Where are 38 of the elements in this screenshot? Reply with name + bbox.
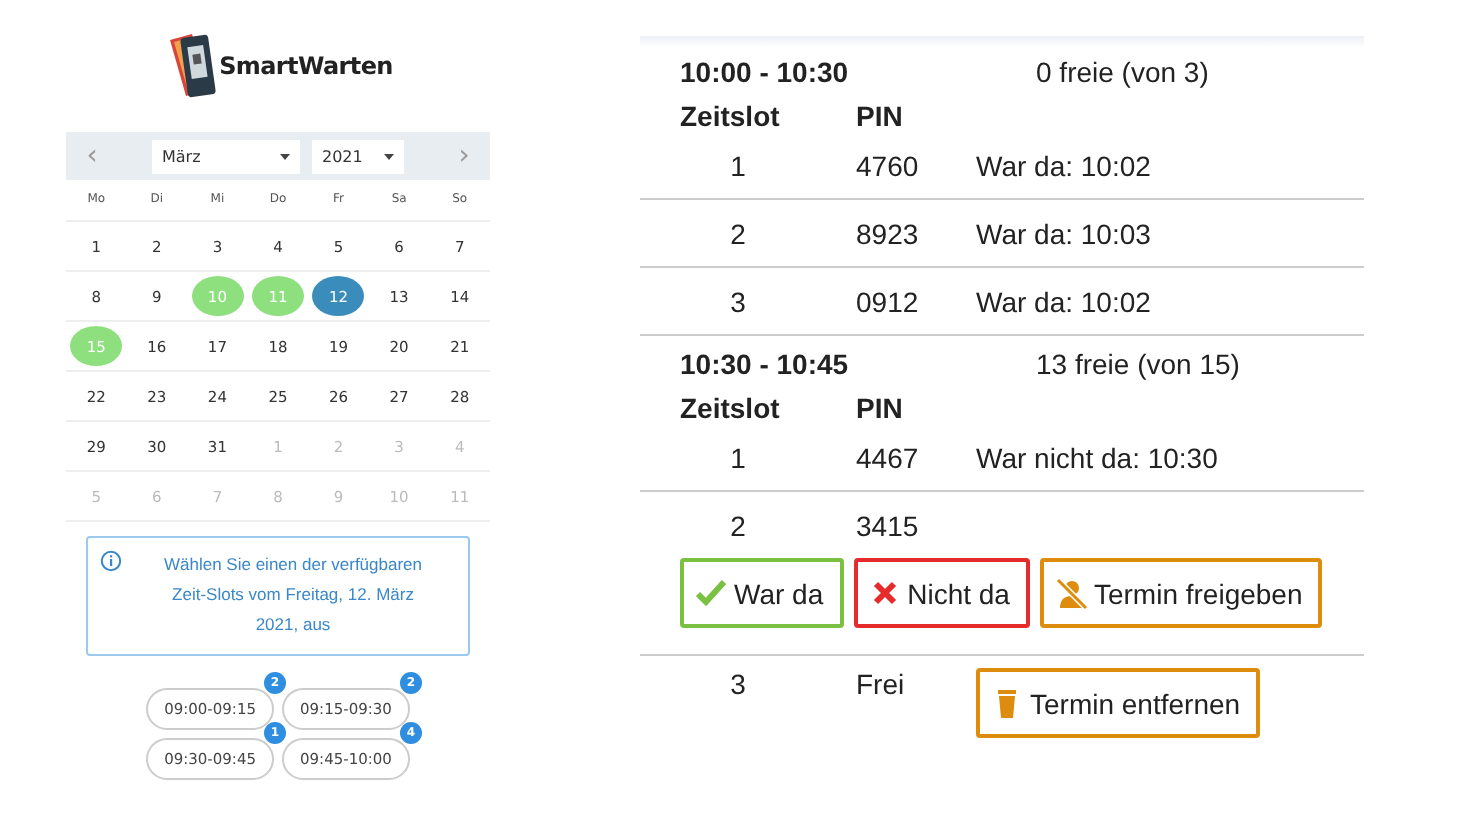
pin-code: 0912 bbox=[856, 285, 921, 317]
column-header: PIN bbox=[856, 392, 905, 424]
logo-text: SmartWarten bbox=[219, 52, 393, 80]
slot-number: 1 bbox=[728, 441, 748, 473]
remove-button[interactable]: Termin entfernen bbox=[976, 668, 1261, 738]
crossed-person-icon bbox=[1055, 577, 1088, 609]
present-button[interactable]: War da bbox=[680, 558, 844, 628]
time-range-heading: 10:30 - 10:45 bbox=[680, 348, 851, 384]
absent-button[interactable]: Nicht da bbox=[853, 558, 1030, 628]
time-range-heading: 10:00 - 10:30 bbox=[680, 56, 851, 92]
pin-code: 4760 bbox=[856, 149, 921, 181]
free-count: 0 freie (von 3) bbox=[1036, 56, 1209, 92]
column-header: Zeitslot bbox=[680, 100, 782, 132]
pin-code: 3415 bbox=[856, 509, 921, 541]
free-count: 13 freie (von 15) bbox=[1036, 348, 1240, 384]
check-icon bbox=[696, 577, 728, 609]
month-dropdown[interactable]: März bbox=[152, 139, 300, 173]
column-header: PIN bbox=[856, 100, 905, 132]
pin-code: Frei bbox=[856, 668, 907, 700]
slot-number: 2 bbox=[728, 217, 748, 249]
caret-icon bbox=[280, 153, 290, 159]
attendance-note: War da: 10:02 bbox=[976, 285, 1151, 317]
pin-code: 8923 bbox=[856, 217, 921, 249]
close-icon bbox=[869, 577, 902, 609]
caret-icon bbox=[384, 153, 394, 159]
release-button[interactable]: Termin freigeben bbox=[1039, 558, 1323, 628]
slot-number: 3 bbox=[728, 285, 748, 317]
year-dropdown[interactable]: 2021 bbox=[312, 139, 404, 173]
slot-number: 2 bbox=[728, 509, 748, 541]
pin-code: 4467 bbox=[856, 441, 921, 473]
attendance-note: War da: 10:02 bbox=[976, 149, 1151, 181]
info-message: Wählen Sie einen der verfügbaren Zeit-Slots vom Freitag, 12. März 2021, aus bbox=[162, 552, 424, 638]
column-header: Zeitslot bbox=[680, 392, 782, 424]
attendance-note: War nicht da: 10:30 bbox=[976, 441, 1218, 473]
slot-number: 3 bbox=[728, 668, 748, 700]
slot-number: 1 bbox=[728, 149, 748, 181]
info-icon bbox=[100, 550, 122, 572]
attendance-note: War da: 10:03 bbox=[976, 217, 1151, 249]
